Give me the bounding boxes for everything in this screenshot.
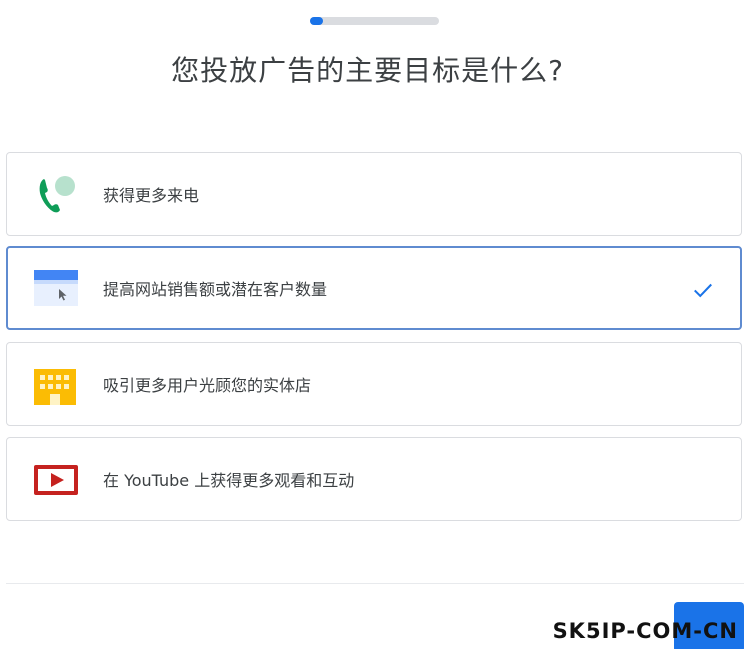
option-get-more-calls[interactable]: 获得更多来电	[6, 152, 742, 236]
browser-window-icon	[34, 270, 78, 306]
progress-bar-fill	[310, 17, 323, 25]
option-youtube-engagement[interactable]: 在 YouTube 上获得更多观看和互动	[6, 437, 742, 521]
option-label: 获得更多来电	[103, 186, 200, 205]
option-label: 提高网站销售额或潜在客户数量	[103, 280, 328, 299]
option-website-sales-leads[interactable]: 提高网站销售额或潜在客户数量	[6, 246, 742, 330]
youtube-play-icon	[34, 465, 78, 495]
page-title: 您投放广告的主要目标是什么?	[171, 54, 564, 87]
option-label: 吸引更多用户光顾您的实体店	[103, 376, 312, 395]
phone-call-icon	[39, 176, 75, 213]
checkmark-icon	[694, 283, 712, 298]
goal-selection-page: 您投放广告的主要目标是什么? 获得更多来电 提高网站销售额或潜在客户数量 吸引更…	[0, 0, 750, 649]
watermark: SK5IP-COM-CN	[552, 619, 738, 643]
option-label: 在 YouTube 上获得更多观看和互动	[103, 471, 355, 490]
storefront-icon	[34, 369, 76, 405]
footer-divider	[6, 583, 744, 584]
option-store-visits[interactable]: 吸引更多用户光顾您的实体店	[6, 342, 742, 426]
progress-bar	[310, 17, 439, 25]
